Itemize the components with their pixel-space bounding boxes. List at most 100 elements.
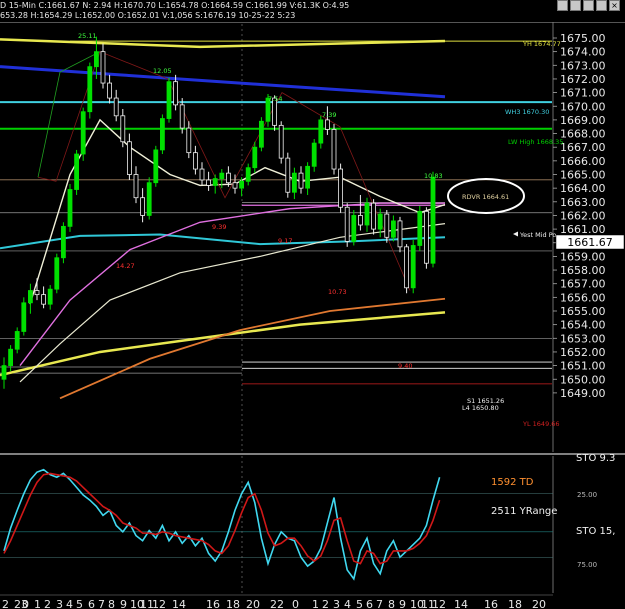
- label-rdvr: RDVR 1664.61: [462, 193, 509, 201]
- candle-body: [298, 172, 304, 189]
- time-tick-label: 6: [366, 598, 373, 609]
- candle-body: [47, 288, 53, 305]
- ma-blue: [0, 65, 446, 99]
- price-tick-label: 1667.00: [560, 141, 606, 154]
- candle-body: [252, 146, 258, 169]
- label-wh3: WH3 1670.30: [505, 108, 549, 116]
- time-tick-label: 20: [246, 598, 260, 609]
- swing-label: 7.54: [268, 95, 282, 103]
- ma-white-fast: [29, 118, 446, 305]
- candle-body: [258, 120, 264, 148]
- candle-body: [67, 189, 73, 227]
- price-tick-label: 1649.00: [560, 387, 606, 400]
- time-tick-label: 12: [152, 598, 166, 609]
- swing-label: 25.11: [78, 32, 97, 40]
- price-tick-label: 1656.00: [560, 291, 606, 304]
- candle-body: [146, 182, 152, 216]
- time-tick-label: 2: [322, 598, 329, 609]
- ma-yellow-upper: [0, 38, 446, 49]
- candle-body: [34, 290, 40, 296]
- time-tick-label: 5: [356, 598, 363, 609]
- candle-body: [61, 225, 66, 259]
- time-tick-label: 3: [333, 598, 340, 609]
- price-tick-label: 1675.00: [560, 32, 606, 45]
- zigzag-line: [37, 51, 411, 291]
- time-tick-label: 3: [56, 598, 63, 609]
- time-tick-label: 22: [270, 598, 284, 609]
- price-tick-label: 1652.00: [560, 346, 606, 359]
- candle-body: [384, 213, 390, 238]
- time-tick-label: 1: [34, 598, 41, 609]
- candle-body: [291, 172, 297, 193]
- price-tick-label: 1668.00: [560, 128, 606, 141]
- candle-body: [212, 178, 218, 186]
- swing-label: 9.39: [212, 223, 226, 231]
- time-tick-label: 14: [172, 598, 186, 609]
- swing-label: 7.39: [322, 111, 336, 119]
- time-tick-label: 6: [88, 598, 95, 609]
- time-tick-label: 16: [484, 598, 498, 609]
- candle-body: [8, 348, 14, 367]
- candle-body: [311, 142, 317, 167]
- candle-body: [14, 331, 20, 350]
- time-tick-label: 20: [532, 598, 546, 609]
- candle-body: [410, 245, 416, 289]
- osc-level-75: 75.00: [577, 561, 597, 569]
- price-tick-label: 1658.00: [560, 264, 606, 277]
- time-tick-label: 4: [66, 598, 73, 609]
- candle-body: [225, 172, 231, 184]
- swing-label: 14.27: [116, 262, 135, 270]
- price-tick-label: 1657.00: [560, 278, 606, 291]
- label-yh: YH 1674.77: [522, 40, 561, 48]
- time-tick-label: 9: [399, 598, 406, 609]
- candle-body: [219, 172, 225, 179]
- swing-labels: 25.11 12.05 7.54 7.39 10.83 9.39 9.17 14.27 10.7…: [78, 32, 443, 370]
- ma-white-slow: [19, 223, 446, 383]
- price-tick-label: 1662.00: [560, 209, 606, 222]
- price-tick-label: 1653.00: [560, 332, 606, 345]
- osc-label-right: STO 15,: [576, 526, 615, 537]
- candle-body: [377, 213, 383, 230]
- price-tick-label: 1663.00: [560, 196, 606, 209]
- candle-body: [351, 215, 357, 242]
- candle-body: [173, 81, 179, 106]
- swing-label: 12.05: [153, 67, 172, 75]
- ma-yellow-lower: [0, 311, 446, 377]
- time-tick-label: 12: [432, 598, 446, 609]
- candle-body: [87, 66, 93, 113]
- price-tick-label: 1659.00: [560, 250, 606, 263]
- candle-body: [206, 179, 212, 186]
- price-tick-label: 1665.00: [560, 169, 606, 182]
- candle-body: [278, 124, 284, 159]
- candle-body: [344, 206, 350, 242]
- candle-body: [127, 141, 132, 175]
- candle-body: [285, 157, 291, 193]
- candle-body: [338, 168, 344, 208]
- candle-body: [430, 176, 436, 264]
- candle-body: [390, 220, 396, 238]
- candle-body: [179, 104, 185, 129]
- time-axis: 2 230 1 2 3 4 5 6 7 8 9 101112 14 16 18 20 22 0 1 2 3 4 5 6 7 8 9 1…: [0, 594, 553, 609]
- candle-body: [41, 294, 46, 305]
- osc-series-fast: [3, 468, 441, 581]
- candle-body: [417, 210, 423, 246]
- candle-body: [357, 215, 363, 226]
- candle-body: [239, 180, 245, 189]
- price-tick-label: 1661.00: [560, 223, 606, 236]
- candle-body: [113, 97, 119, 117]
- time-tick-label: 14: [454, 598, 468, 609]
- price-tick-label: 1654.00: [560, 319, 606, 332]
- price-tick-label: 1670.00: [560, 100, 606, 113]
- candle-body: [140, 197, 146, 216]
- price-tick-label: 1674.00: [560, 46, 606, 59]
- time-tick-label: 1: [312, 598, 319, 609]
- candle-body: [166, 81, 172, 119]
- swing-label: 9.40: [398, 362, 412, 370]
- price-tick-label: 1651.00: [560, 360, 606, 373]
- candle-body: [305, 165, 311, 189]
- candle-body: [120, 115, 126, 143]
- label-l4: L4 1650.80: [462, 404, 499, 412]
- candle-body: [1, 365, 7, 380]
- price-tick-label: 1673.00: [560, 59, 606, 72]
- time-tick-label: 0: [292, 598, 299, 609]
